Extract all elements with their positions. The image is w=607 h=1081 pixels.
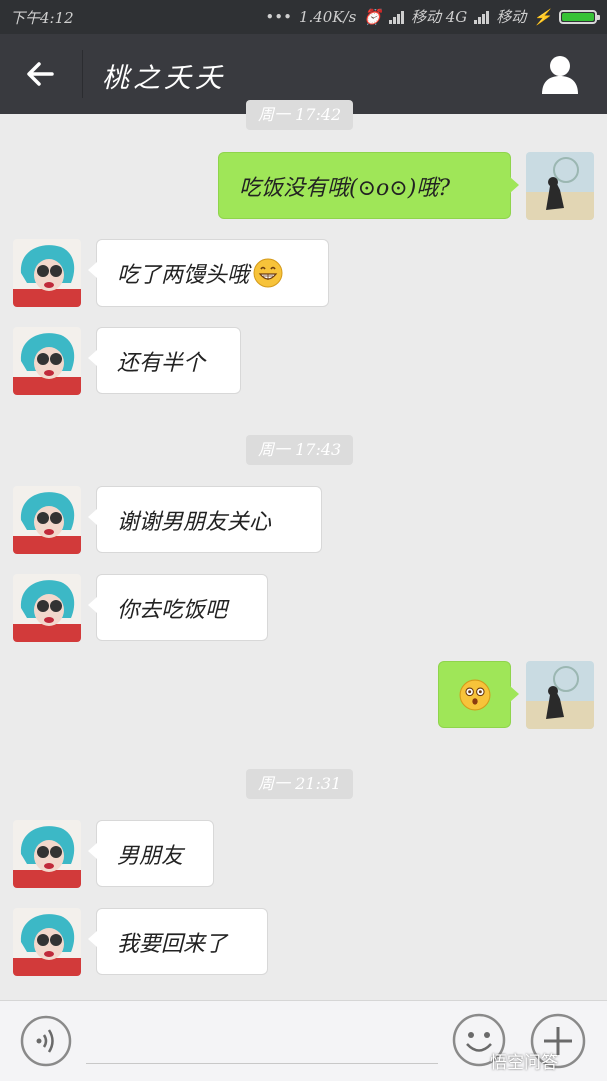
message-bubble-incoming[interactable]: 吃了两馒头哦 [88, 239, 329, 307]
alarm-icon: ⏰ [363, 7, 382, 26]
status-time: 下午4:12 [10, 9, 74, 27]
surprised-emoji-icon [459, 679, 490, 710]
carrier-label-2: 移动 [496, 8, 527, 26]
timestamp: 周一 17:42 [246, 100, 354, 130]
timestamp: 周一 21:31 [246, 769, 354, 799]
message-text: 你去吃饭吧 [117, 597, 228, 623]
friend-avatar[interactable] [13, 239, 81, 307]
watermark: 悟空问答 [490, 1053, 558, 1073]
more-dots-icon: ••• [265, 7, 292, 26]
voice-icon[interactable] [20, 1015, 72, 1067]
message-bubble-incoming[interactable]: 谢谢男朋友关心 [88, 486, 322, 553]
header-divider [82, 50, 83, 98]
timestamp: 周一 17:43 [246, 435, 354, 465]
message-bubble-incoming[interactable]: 男朋友 [88, 820, 214, 887]
person-icon[interactable] [541, 54, 579, 94]
message-bubble-outgoing[interactable]: 吃饭没有哦(⊙o⊙)哦? [218, 152, 519, 219]
friend-avatar[interactable] [13, 486, 81, 554]
carrier-label-1: 移动 4G [411, 8, 468, 26]
charging-icon: ⚡ [533, 7, 552, 26]
message-text: 男朋友 [117, 843, 184, 869]
grin-emoji-icon [253, 258, 283, 288]
my-avatar[interactable] [526, 152, 594, 220]
signal-icon [389, 10, 404, 24]
battery-icon [559, 9, 600, 24]
message-text: 我要回来了 [117, 931, 228, 957]
message-input[interactable] [86, 1063, 438, 1064]
friend-avatar[interactable] [13, 820, 81, 888]
back-arrow-icon[interactable] [22, 56, 58, 92]
message-text: 还有半个 [117, 350, 206, 376]
message-bubble-incoming[interactable]: 还有半个 [88, 327, 241, 394]
message-bubble-outgoing[interactable] [438, 661, 519, 728]
status-icons: ••• 1.40K/s ⏰ 移动 4G 移动 ⚡ [265, 6, 600, 27]
my-avatar[interactable] [526, 661, 594, 729]
message-bubble-incoming[interactable]: 我要回来了 [88, 908, 268, 975]
message-bubble-incoming[interactable]: 你去吃饭吧 [88, 574, 268, 641]
signal-icon [474, 10, 490, 24]
network-speed: 1.40K/s [298, 7, 357, 26]
friend-avatar[interactable] [13, 574, 81, 642]
message-text: 吃了两馒头哦 [117, 263, 250, 288]
status-bar: 下午4:12 ••• 1.40K/s ⏰ 移动 4G 移动 ⚡ [0, 0, 607, 34]
message-text: 吃饭没有哦(⊙o⊙)哦? [239, 175, 451, 201]
friend-avatar[interactable] [13, 327, 81, 395]
friend-avatar[interactable] [13, 908, 81, 976]
chat-title: 桃之夭夭 [102, 63, 226, 94]
message-text: 谢谢男朋友关心 [117, 509, 272, 535]
